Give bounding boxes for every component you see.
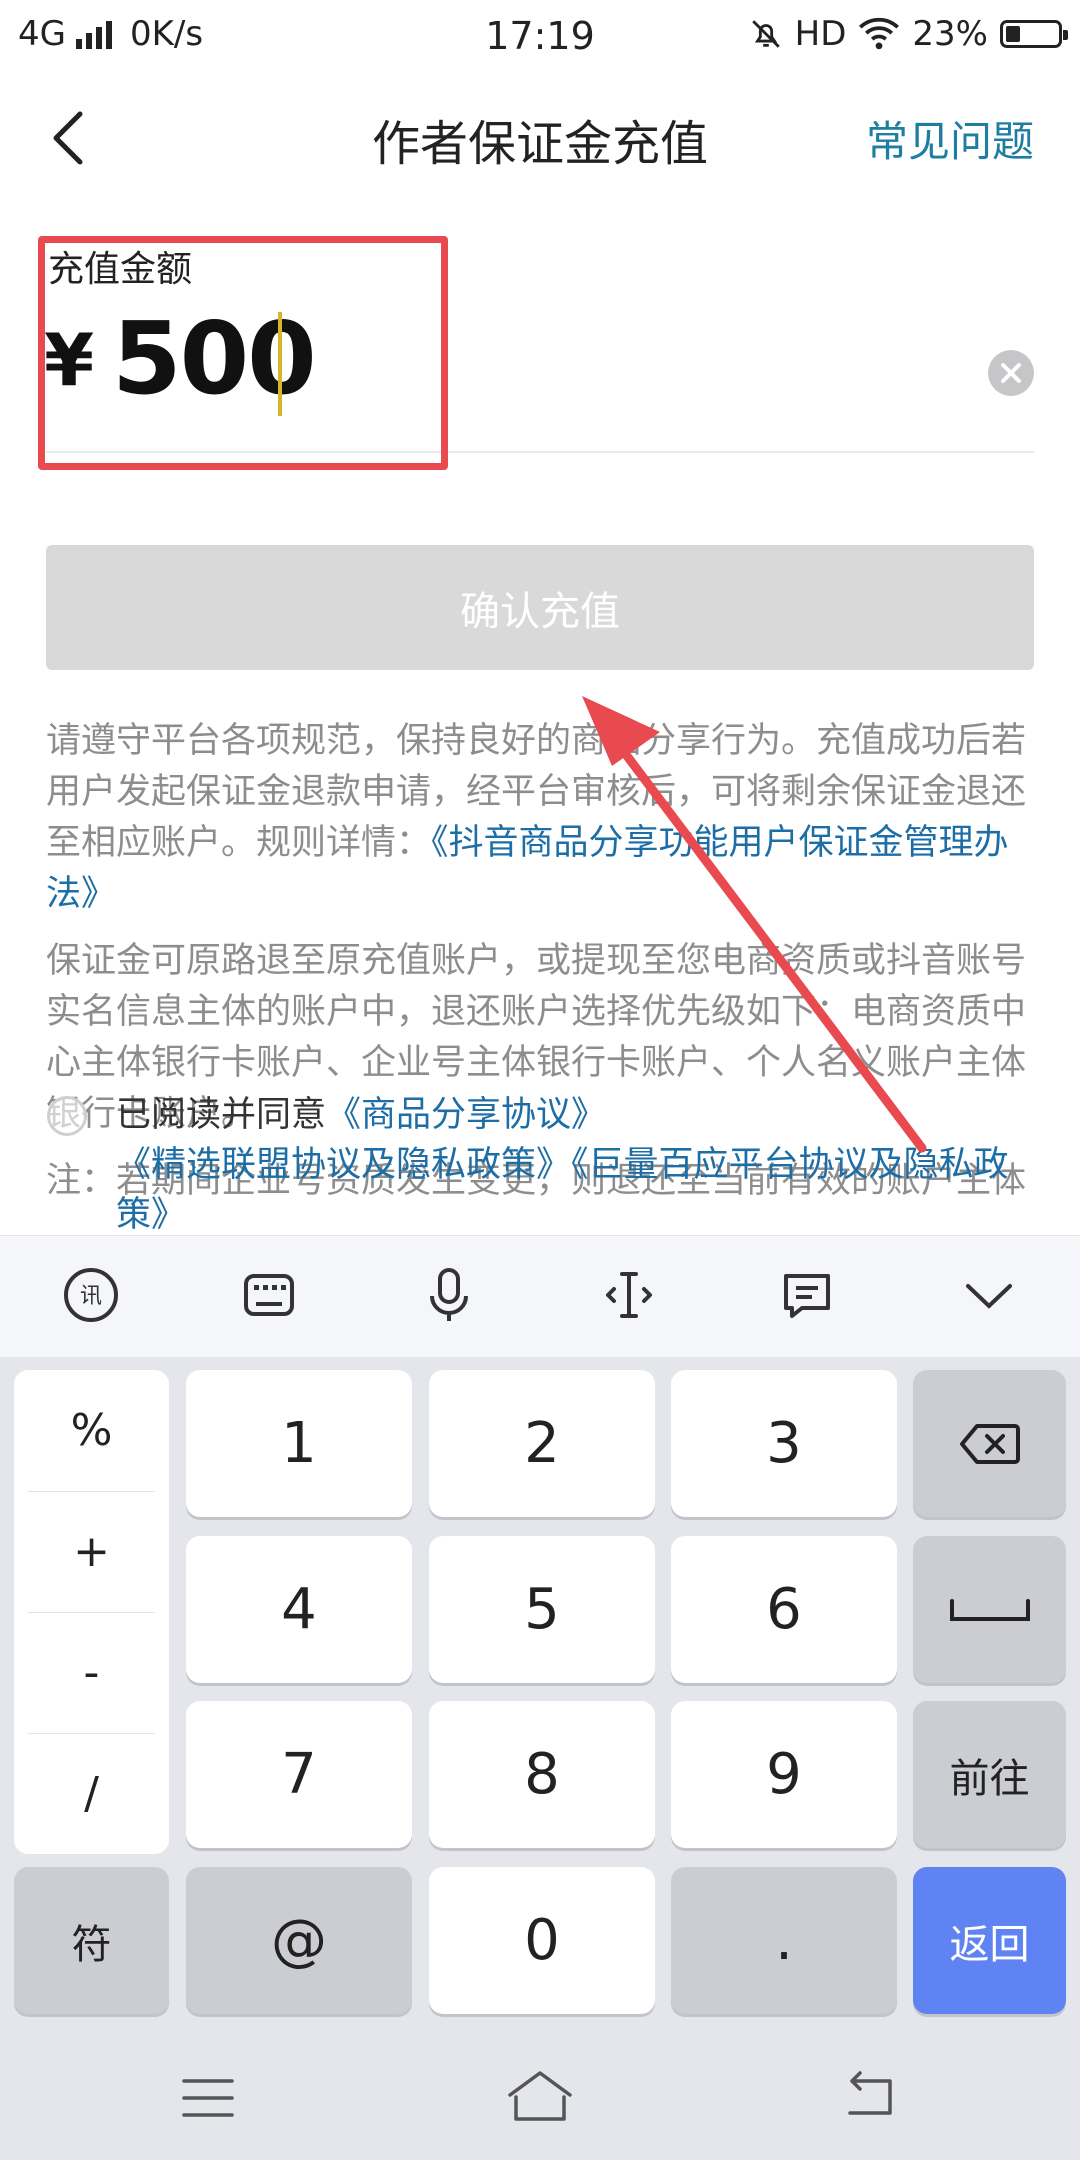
key-space[interactable] bbox=[913, 1536, 1066, 1683]
keyboard-toolbar: 讯 bbox=[0, 1235, 1080, 1358]
symbol-column: % + - / bbox=[14, 1370, 169, 1854]
svg-text:讯: 讯 bbox=[80, 1284, 102, 1309]
key-slash[interactable]: / bbox=[14, 1733, 169, 1854]
system-nav-bar bbox=[0, 2037, 1080, 2160]
hd-badge: HD bbox=[794, 14, 847, 54]
red-arrow-annotation bbox=[582, 696, 927, 1153]
cursor-move-icon[interactable] bbox=[594, 1260, 664, 1330]
key-dot[interactable]: . bbox=[671, 1867, 897, 2014]
key-3[interactable]: 3 bbox=[671, 1370, 897, 1517]
home-icon[interactable] bbox=[504, 2067, 576, 2127]
backspace-icon bbox=[959, 1423, 1020, 1464]
menu-icon[interactable] bbox=[180, 2073, 236, 2123]
key-9[interactable]: 9 bbox=[671, 1701, 897, 1848]
key-0[interactable]: 0 bbox=[429, 1867, 655, 2014]
key-percent[interactable]: % bbox=[14, 1370, 169, 1491]
key-5[interactable]: 5 bbox=[429, 1536, 655, 1683]
agree-checkbox[interactable] bbox=[47, 1096, 87, 1136]
status-bar: 4G 0K/s 17:19 HD 23% bbox=[0, 0, 1080, 72]
key-at[interactable]: @ bbox=[186, 1867, 412, 2014]
key-minus[interactable]: - bbox=[14, 1612, 169, 1733]
key-go[interactable]: 前往 bbox=[913, 1701, 1066, 1848]
key-plus[interactable]: + bbox=[14, 1491, 169, 1612]
key-6[interactable]: 6 bbox=[671, 1536, 897, 1683]
clipboard-message-icon[interactable] bbox=[772, 1260, 842, 1330]
agreement-prefix: 已阅读并同意 bbox=[116, 1095, 327, 1135]
keyboard-layout-icon[interactable] bbox=[234, 1260, 304, 1330]
key-8[interactable]: 8 bbox=[429, 1701, 655, 1848]
confirm-recharge-button[interactable]: 确认充值 bbox=[46, 545, 1034, 670]
faq-link[interactable]: 常见问题 bbox=[866, 108, 1034, 169]
key-1[interactable]: 1 bbox=[186, 1370, 412, 1517]
battery-percent: 23% bbox=[912, 14, 988, 54]
key-backspace[interactable] bbox=[913, 1370, 1066, 1517]
key-symbols[interactable]: 符 bbox=[14, 1867, 169, 2014]
microphone-icon[interactable] bbox=[414, 1260, 484, 1330]
red-highlight-box bbox=[38, 236, 448, 470]
key-7[interactable]: 7 bbox=[186, 1701, 412, 1848]
back-nav-icon[interactable] bbox=[838, 2069, 898, 2123]
clear-input-icon[interactable] bbox=[988, 350, 1034, 396]
key-2[interactable]: 2 bbox=[429, 1370, 655, 1517]
battery-icon bbox=[1000, 20, 1068, 48]
ifly-logo-icon[interactable]: 讯 bbox=[56, 1260, 126, 1330]
space-icon bbox=[949, 1598, 1030, 1621]
agreement-link-alliance[interactable]: 《精选联盟协议及隐私政策》 bbox=[116, 1145, 571, 1185]
chevron-down-icon[interactable] bbox=[954, 1260, 1024, 1330]
numeric-keyboard: % + - / 1 2 3 4 5 6 7 8 9 前往 符 @ 0 . 返回 bbox=[0, 1357, 1080, 2037]
key-4[interactable]: 4 bbox=[186, 1536, 412, 1683]
mute-bell-icon bbox=[751, 20, 780, 48]
wifi-icon bbox=[859, 17, 900, 50]
key-return[interactable]: 返回 bbox=[913, 1867, 1066, 2014]
status-right: HD 23% bbox=[749, 14, 1068, 54]
